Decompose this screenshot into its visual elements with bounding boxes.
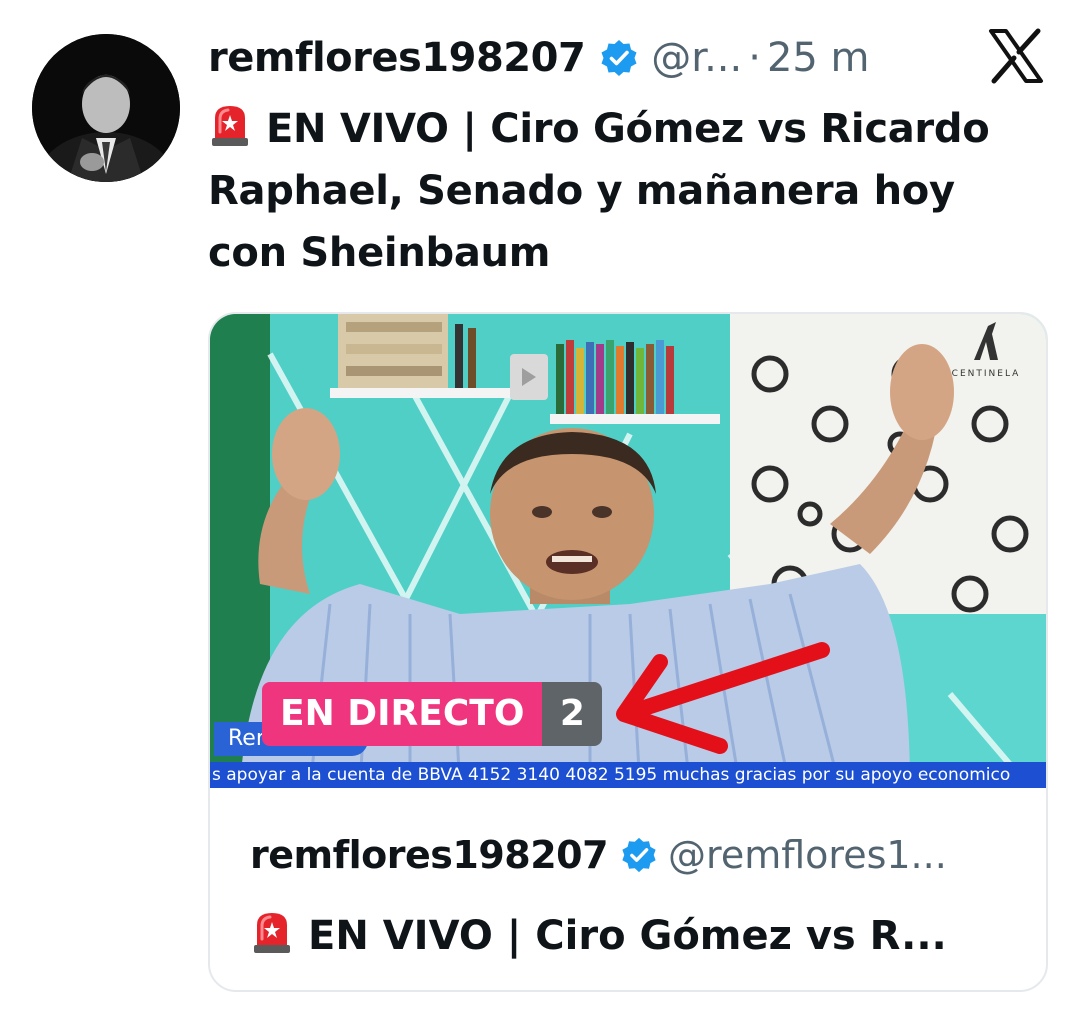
avatar-photo: [32, 34, 180, 182]
tweet-body: EN VIVO | Ciro Gómez vs Ricardo Raphael,…: [208, 106, 990, 276]
card-handle: @remflores1...: [668, 833, 947, 877]
card-title-text: EN VIVO | Ciro Gómez vs R...: [308, 913, 947, 959]
tweet-text: EN VIVO | Ciro Gómez vs Ricardo Raphael,…: [208, 98, 1028, 284]
siren-icon: [212, 106, 248, 146]
embedded-card[interactable]: CENTINELA Ren EN DIRECTO 2 s apoyar a la…: [208, 312, 1048, 992]
username[interactable]: remflores198207: [208, 28, 586, 88]
x-logo-icon[interactable]: [985, 28, 1045, 84]
live-label: EN DIRECTO: [262, 682, 543, 746]
card-title: EN VIVO | Ciro Gómez vs R...: [250, 904, 1030, 968]
card-user-line: remflores198207 @remflores1...: [250, 820, 1030, 890]
card-username: remflores198207: [250, 833, 609, 877]
channel-logo-text: CENTINELA: [952, 369, 1021, 379]
handle[interactable]: @r...: [651, 28, 742, 88]
tweet-header: remflores198207 @r... · 25 m: [208, 28, 870, 88]
avatar[interactable]: [32, 34, 180, 182]
verified-badge-icon: [622, 837, 656, 873]
verified-badge-icon: [601, 40, 637, 76]
viewer-count: 2: [542, 682, 603, 746]
siren-icon: [254, 913, 290, 953]
card-footer[interactable]: remflores198207 @remflores1... EN VIVO |…: [250, 820, 1030, 968]
video-thumbnail[interactable]: CENTINELA Ren EN DIRECTO 2 s apoyar a la…: [210, 314, 1046, 788]
live-badge: EN DIRECTO 2: [262, 682, 603, 746]
news-ticker: s apoyar a la cuenta de BBVA 4152 3140 4…: [210, 762, 1046, 788]
timestamp[interactable]: 25 m: [767, 28, 870, 88]
separator-dot: ·: [748, 35, 761, 81]
